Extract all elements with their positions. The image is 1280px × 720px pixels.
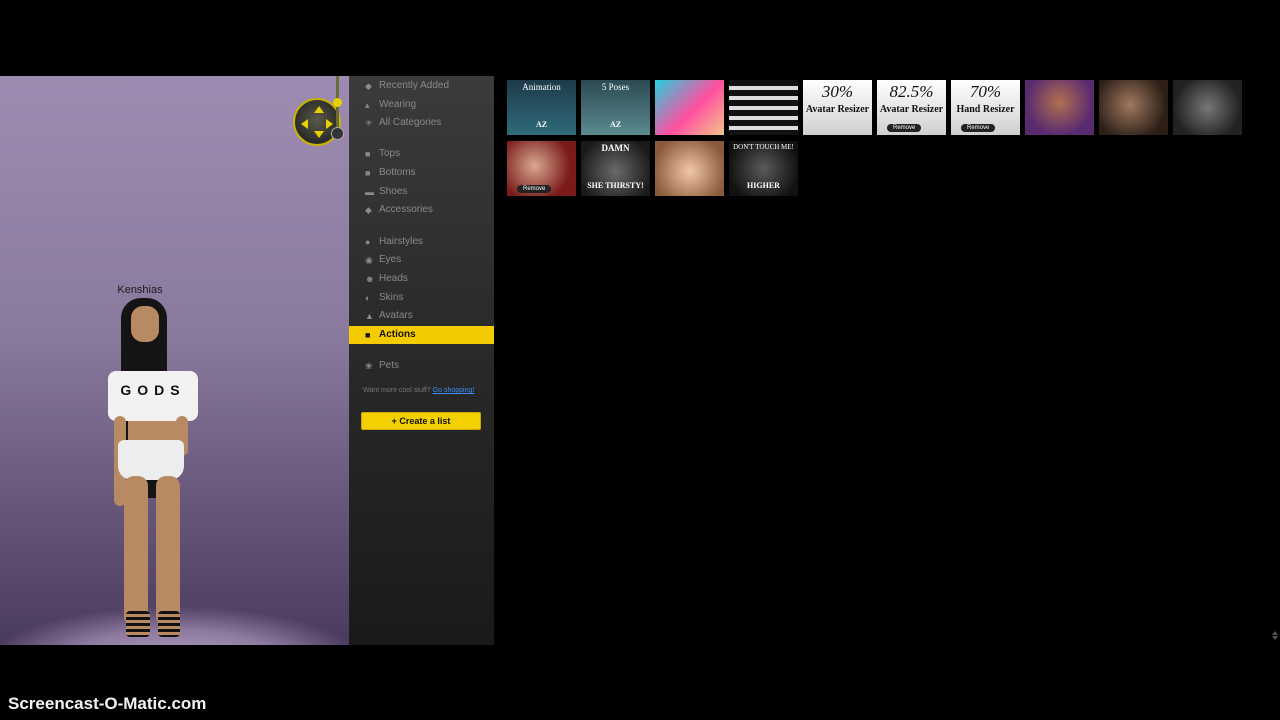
item-thumbnail[interactable] — [729, 80, 798, 135]
sidebar-item-label: Heads — [379, 273, 408, 284]
avatar-leg-right — [156, 476, 180, 626]
paw-icon: ❀ — [365, 361, 373, 371]
reset-view-icon[interactable] — [331, 127, 344, 140]
skin-icon: ◐ — [365, 293, 371, 303]
sidebar-item-label: Shoes — [379, 186, 408, 197]
sidebar-item-label: Tops — [379, 148, 401, 159]
sidebar-item-shoes[interactable]: ▬ Shoes — [349, 183, 494, 201]
item-caption: 82.5% — [889, 82, 934, 101]
scrollbar[interactable] — [1272, 628, 1278, 640]
item-caption: 30% — [821, 82, 854, 101]
sidebar-item-all-categories[interactable]: ✳ All Categories — [349, 114, 494, 132]
eye-icon: ◉ — [365, 255, 373, 265]
sidebar-item-eyes[interactable]: ◉ Eyes — [349, 251, 494, 269]
avatar-leg-left — [124, 476, 148, 626]
avatar-shirt-text: GODS — [120, 382, 186, 398]
go-shopping-link[interactable]: Go shopping! — [433, 387, 475, 394]
hanger-icon: ▴ — [365, 100, 370, 110]
sidebar-item-hairstyles[interactable]: ● Hairstyles — [349, 233, 494, 251]
item-thumbnail[interactable] — [1025, 80, 1094, 135]
diamond-icon: ◆ — [365, 205, 372, 215]
avatar-shorts — [118, 440, 184, 480]
watermark: Screencast-O-Matic.com — [8, 694, 207, 713]
sidebar-item-label: Wearing — [379, 99, 417, 110]
sidebar-item-label: Accessories — [379, 204, 433, 215]
create-list-label: Create a list — [399, 416, 451, 426]
shop-prompt-text: Want more cool stuff? — [363, 387, 431, 394]
shirt-icon: ■ — [365, 149, 371, 159]
sidebar-item-wearing[interactable]: ▴ Wearing — [349, 96, 494, 114]
item-thumbnail[interactable]: 5 Poses AZ — [581, 80, 650, 135]
sidebar-item-label: Pets — [379, 360, 400, 371]
face-icon: ☻ — [365, 274, 375, 284]
zoom-slider-handle[interactable] — [333, 98, 342, 107]
sidebar-item-accessories[interactable]: ◆ Accessories — [349, 201, 494, 219]
remove-button[interactable]: Remove — [887, 124, 922, 132]
asterisk-icon: ✳ — [365, 118, 373, 128]
shoe-icon: ▬ — [365, 187, 374, 197]
pan-right-icon[interactable] — [326, 119, 333, 129]
item-subcaption: SHE THIRSTY! — [587, 181, 644, 190]
item-subcaption: AZ — [609, 120, 622, 129]
avatar-head — [131, 306, 159, 342]
item-thumbnail[interactable] — [655, 141, 724, 196]
item-caption: DAMN — [601, 143, 630, 153]
item-thumbnail[interactable]: 30% Avatar Resizer — [803, 80, 872, 135]
hair-icon: ● — [365, 237, 371, 247]
sidebar-item-skins[interactable]: ◐ Skins — [349, 289, 494, 307]
sidebar-item-actions[interactable]: ■ Actions — [349, 326, 494, 344]
remove-button[interactable]: Remove — [517, 185, 552, 193]
sidebar-item-label: Hairstyles — [379, 236, 423, 247]
item-subcaption: Hand Resizer — [956, 104, 1015, 115]
item-thumbnail[interactable]: DON'T TOUCH ME! HIGHER — [729, 141, 798, 196]
sidebar-item-label: All Categories — [379, 117, 442, 128]
person-icon: ▲ — [365, 311, 374, 321]
item-thumbnail[interactable]: 82.5% Avatar Resizer Remove — [877, 80, 946, 135]
pants-icon: ■ — [365, 168, 371, 178]
sidebar-item-pets[interactable]: ❀ Pets — [349, 357, 494, 375]
item-caption: Animation — [522, 82, 561, 92]
create-list-button[interactable]: + Create a list — [361, 412, 481, 430]
clapper-icon: ■ — [365, 330, 371, 340]
item-thumbnail[interactable] — [1173, 80, 1242, 135]
shop-prompt: Want more cool stuff? Go shopping! — [363, 387, 474, 394]
item-caption: DON'T TOUCH ME! — [733, 143, 794, 151]
avatar-shoe-right — [158, 611, 180, 637]
sidebar-item-bottoms[interactable]: ■ Bottoms — [349, 164, 494, 182]
item-thumbnail[interactable] — [655, 80, 724, 135]
sidebar-item-label: Bottoms — [379, 167, 416, 178]
item-subcaption: Avatar Resizer — [879, 104, 944, 115]
item-thumbnail[interactable]: 70% Hand Resizer Remove — [951, 80, 1020, 135]
sidebar-item-label: Skins — [379, 292, 404, 303]
pan-up-icon[interactable] — [314, 106, 324, 113]
sidebar-item-tops[interactable]: ■ Tops — [349, 145, 494, 163]
sidebar-item-recently-added[interactable]: ◆ Recently Added — [349, 77, 494, 95]
category-sidebar: ◆ Recently Added ▴ Wearing ✳ All Categories ■ T… — [349, 76, 494, 645]
item-subcaption: Avatar Resizer — [805, 104, 870, 115]
item-caption: 70% — [969, 82, 1002, 101]
pan-down-icon[interactable] — [314, 131, 324, 138]
item-subcaption: HIGHER — [747, 181, 780, 190]
avatar-stage[interactable]: GODS Kenshias — [0, 76, 349, 645]
item-thumbnail[interactable]: Remove — [507, 141, 576, 196]
plus-icon: + — [391, 416, 397, 426]
sidebar-item-label: Eyes — [379, 254, 402, 265]
item-caption: 5 Poses — [601, 82, 630, 92]
sidebar-item-heads[interactable]: ☻ Heads — [349, 270, 494, 288]
sidebar-item-label: Recently Added — [379, 80, 450, 91]
remove-button[interactable]: Remove — [961, 124, 996, 132]
sidebar-item-label: Avatars — [379, 310, 413, 321]
avatar-shoe-left — [126, 611, 150, 637]
item-thumbnail[interactable] — [1099, 80, 1168, 135]
item-thumbnail[interactable]: DAMN SHE THIRSTY! — [581, 141, 650, 196]
pan-left-icon[interactable] — [301, 119, 308, 129]
sidebar-item-avatars[interactable]: ▲ Avatars — [349, 307, 494, 325]
avatar-name-label: Kenshias — [117, 284, 163, 296]
sidebar-item-label: Actions — [379, 329, 416, 340]
item-subcaption: AZ — [535, 120, 548, 129]
item-thumbnail[interactable]: Animation AZ — [507, 80, 576, 135]
tag-icon: ◆ — [365, 81, 372, 91]
